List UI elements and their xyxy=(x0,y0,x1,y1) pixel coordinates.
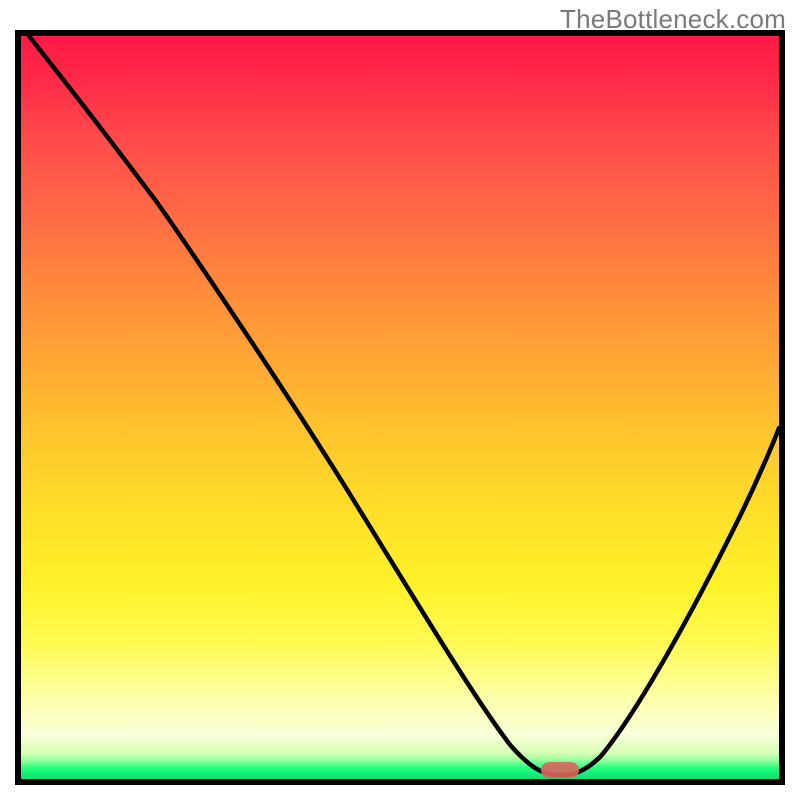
bottleneck-curve xyxy=(29,36,779,775)
curve-layer xyxy=(21,36,779,779)
optimal-point-marker xyxy=(541,762,579,778)
chart-frame: TheBottleneck.com xyxy=(0,0,800,800)
plot-area xyxy=(15,30,785,785)
